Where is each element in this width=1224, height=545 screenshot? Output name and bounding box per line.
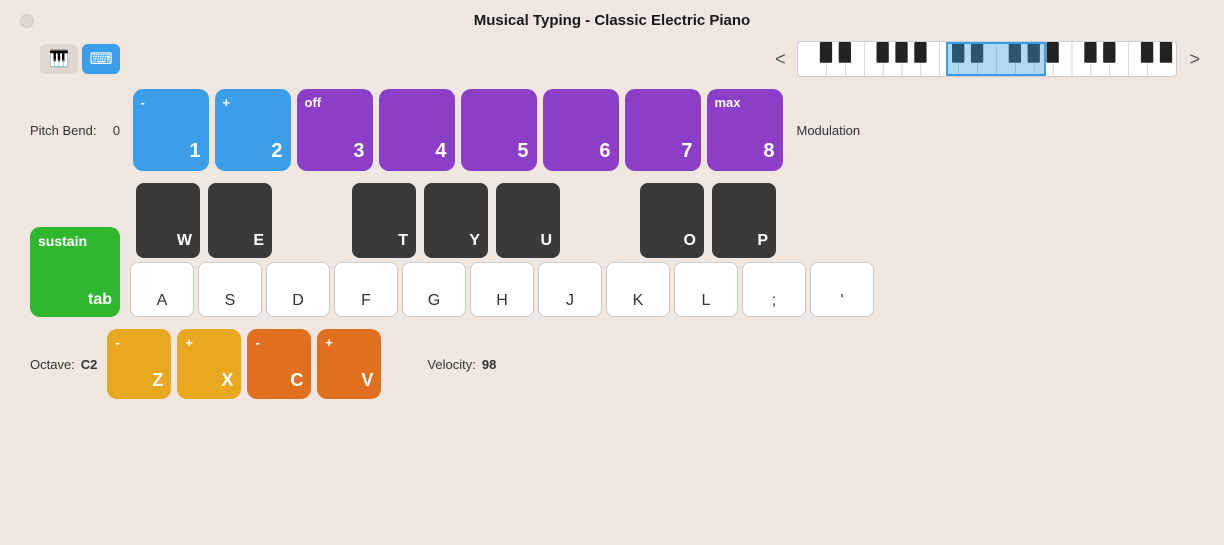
octave-label: Octave: — [30, 357, 75, 372]
key-t[interactable]: T — [352, 183, 416, 258]
piano-highlight — [946, 42, 1046, 76]
main-content: Pitch Bend: 0 - 1 + 2 off 3 4 5 6 — [0, 89, 1224, 545]
key-h[interactable]: H — [470, 262, 534, 317]
octave-btn-c-bottom: C — [290, 370, 303, 391]
key-s[interactable]: S — [198, 262, 262, 317]
pitch-btn-3-bottom: 3 — [353, 140, 364, 163]
sustain-button[interactable]: sustain tab — [30, 227, 120, 317]
pitch-btn-5-bottom: 5 — [517, 140, 528, 163]
key-g[interactable]: G — [402, 262, 466, 317]
key-p[interactable]: P — [712, 183, 776, 258]
key-e[interactable]: E — [208, 183, 272, 258]
nav-left-button[interactable]: < — [771, 49, 790, 70]
key-o[interactable]: O — [640, 183, 704, 258]
key-l[interactable]: L — [674, 262, 738, 317]
pitch-btn-6-bottom: 6 — [599, 140, 610, 163]
nav-right-button[interactable]: > — [1185, 49, 1204, 70]
octave-btn-z-bottom: Z — [152, 370, 163, 391]
pitch-btn-4[interactable]: 4 — [379, 89, 455, 171]
keyboard-view-button[interactable]: ⌨ — [82, 44, 120, 74]
title-bar: Musical Typing - Classic Electric Piano — [0, 0, 1224, 37]
sustain-label: sustain — [38, 233, 87, 249]
octave-btn-v-bottom: V — [361, 370, 373, 391]
pitch-btn-3[interactable]: off 3 — [297, 89, 373, 171]
spacer-quote — [782, 183, 850, 258]
key-y[interactable]: Y — [424, 183, 488, 258]
pitch-btn-4-bottom: 4 — [435, 140, 446, 163]
octave-btn-x[interactable]: + X — [177, 329, 241, 399]
octave-btn-z-top: - — [115, 335, 119, 350]
pitch-btn-1-bottom: 1 — [189, 140, 200, 163]
pitch-btn-8-bottom: 8 — [763, 140, 774, 163]
pitch-btn-3-top: off — [305, 95, 322, 110]
key-d[interactable]: D — [266, 262, 330, 317]
pitch-btn-5[interactable]: 5 — [461, 89, 537, 171]
pitch-btn-7[interactable]: 7 — [625, 89, 701, 171]
pitch-btn-1[interactable]: - 1 — [133, 89, 209, 171]
piano-view-button[interactable]: 🎹 — [40, 44, 78, 74]
key-k[interactable]: K — [606, 262, 670, 317]
velocity-label: Velocity: — [427, 357, 475, 372]
pitch-btn-8-top: max — [715, 95, 741, 110]
key-u[interactable]: U — [496, 183, 560, 258]
toolbar-left: 🎹 ⌨ — [40, 44, 120, 74]
toolbar: 🎹 ⌨ < — [0, 37, 1224, 89]
key-f[interactable]: F — [334, 262, 398, 317]
window-title: Musical Typing - Classic Electric Piano — [474, 12, 750, 29]
pitch-bend-value: 0 — [107, 123, 127, 138]
octave-btn-z[interactable]: - Z — [107, 329, 171, 399]
pitch-bend-label: Pitch Bend: — [30, 123, 97, 138]
octave-btn-c[interactable]: - C — [247, 329, 311, 399]
pitch-btn-7-bottom: 7 — [681, 140, 692, 163]
close-button[interactable] — [20, 14, 34, 28]
octave-btn-v[interactable]: + V — [317, 329, 381, 399]
spacer-k — [566, 183, 634, 258]
pitch-bend-row: Pitch Bend: 0 - 1 + 2 off 3 4 5 6 — [30, 89, 1194, 171]
key-quote[interactable]: ' — [810, 262, 874, 317]
bottom-row: Octave: C2 - Z + X - C + V Velocity: 98 — [30, 329, 1194, 399]
velocity-value: 98 — [482, 357, 496, 372]
octave-value: C2 — [81, 357, 98, 372]
octave-btn-c-top: - — [255, 335, 259, 350]
piano-strip — [797, 41, 1177, 77]
key-semicolon[interactable]: ; — [742, 262, 806, 317]
window-controls — [20, 14, 34, 28]
sustain-key-label: tab — [88, 291, 112, 309]
key-a[interactable]: A — [130, 262, 194, 317]
octave-btn-v-top: + — [325, 335, 333, 350]
pitch-btn-2[interactable]: + 2 — [215, 89, 291, 171]
pitch-btn-2-bottom: 2 — [271, 140, 282, 163]
pitch-btn-8[interactable]: max 8 — [707, 89, 783, 171]
octave-btn-x-bottom: X — [221, 370, 233, 391]
pitch-btn-2-top: + — [223, 95, 231, 110]
pitch-btn-1-top: - — [141, 95, 145, 110]
spacer-r — [278, 183, 346, 258]
pitch-btn-6[interactable]: 6 — [543, 89, 619, 171]
modulation-label: Modulation — [797, 123, 861, 138]
keyboard-nav: < — [771, 41, 1204, 77]
key-w[interactable]: W — [136, 183, 200, 258]
octave-btn-x-top: + — [185, 335, 193, 350]
key-j[interactable]: J — [538, 262, 602, 317]
